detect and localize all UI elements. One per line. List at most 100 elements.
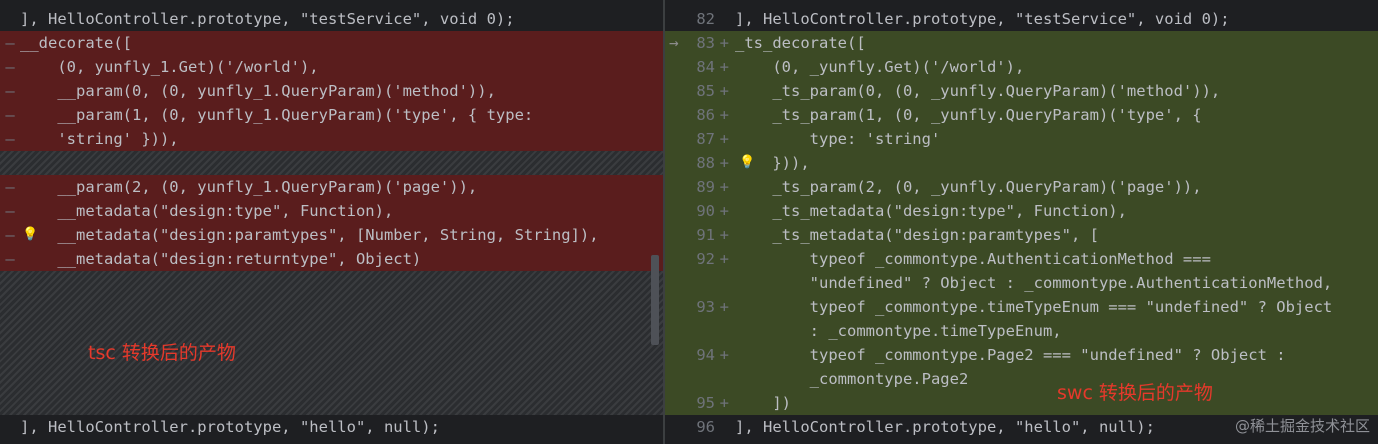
deleted-line: – __param(0, (0, yunfly_1.QueryParam)('m… xyxy=(0,79,663,103)
right-diff-pane[interactable]: 82 ], HelloController.prototype, "testSer… xyxy=(665,0,1378,444)
added-line: 91 + _ts_metadata("design:paramtypes", [ xyxy=(665,223,1378,247)
added-line: 89 + _ts_param(2, (0, _yunfly.QueryParam)… xyxy=(665,175,1378,199)
code-text: _ts_metadata("design:paramtypes", [ xyxy=(735,226,1099,244)
diff-marker: + xyxy=(719,106,729,124)
added-line: 86 + _ts_param(1, (0, _yunfly.QueryParam)… xyxy=(665,103,1378,127)
deleted-line: – __decorate([ xyxy=(0,31,663,55)
line-number: 91 xyxy=(696,226,715,244)
diff-marker: + xyxy=(719,202,729,220)
code-text: })), xyxy=(735,154,810,172)
deleted-line: – 💡 __metadata("design:paramtypes", [Numb… xyxy=(0,223,663,247)
line-gutter: 95 + xyxy=(665,391,735,415)
code-text: _ts_param(0, (0, _yunfly.QueryParam)('me… xyxy=(735,82,1221,100)
line-gutter: 82 xyxy=(665,7,735,31)
line-gutter: 86 + xyxy=(665,103,735,127)
code-text: typeof _commontype.timeTypeEnum === "und… xyxy=(735,298,1333,316)
code-text: __metadata("design:paramtypes", [Number,… xyxy=(20,226,599,244)
added-line: 90 + _ts_metadata("design:type", Function… xyxy=(665,199,1378,223)
added-line: 93 + typeof _commontype.timeTypeEnum === … xyxy=(665,295,1378,319)
code-text: 'string' })), xyxy=(20,130,179,148)
line-gutter: 92 + xyxy=(665,247,735,271)
line-number: 87 xyxy=(696,130,715,148)
added-line: 83 + _ts_decorate([ xyxy=(665,31,1378,55)
code-text: ], HelloController.prototype, "hello", n… xyxy=(20,418,440,436)
code-line: ], HelloController.prototype, "hello", n… xyxy=(0,415,663,439)
code-line: ], HelloController.prototype, "testServi… xyxy=(0,7,663,31)
code-text: __metadata("design:type", Function), xyxy=(20,202,394,220)
added-line: _commontype.Page2 xyxy=(665,367,1378,391)
added-line: 87 + type: 'string' xyxy=(665,127,1378,151)
added-line: 88 + })), xyxy=(665,151,1378,175)
line-gutter: 87 + xyxy=(665,127,735,151)
deleted-line: – 'string' })), xyxy=(0,127,663,151)
code-text: ], HelloController.prototype, "testServi… xyxy=(735,10,1230,28)
deleted-line: – __metadata("design:returntype", Object… xyxy=(0,247,663,271)
code-text: type: 'string' xyxy=(735,130,941,148)
diff-marker: + xyxy=(719,346,729,364)
added-line: 95 + ]) xyxy=(665,391,1378,415)
code-text: "undefined" ? Object : _commontype.Authe… xyxy=(735,274,1333,292)
watermark: @稀土掘金技术社区 xyxy=(1234,417,1370,435)
diff-marker: + xyxy=(719,130,729,148)
line-gutter xyxy=(665,271,735,295)
line-number: 88 xyxy=(696,154,715,172)
line-gutter: 90 + xyxy=(665,199,735,223)
line-number: 92 xyxy=(696,250,715,268)
code-text: __param(2, (0, yunfly_1.QueryParam)('pag… xyxy=(20,178,478,196)
line-gutter xyxy=(665,319,735,343)
line-number: 90 xyxy=(696,202,715,220)
line-gutter: 85 + xyxy=(665,79,735,103)
deleted-line: – __param(1, (0, yunfly_1.QueryParam)('t… xyxy=(0,103,663,127)
added-line: 85 + _ts_param(0, (0, _yunfly.QueryParam)… xyxy=(665,79,1378,103)
tsc-annotation: tsc 转换后的产物 xyxy=(88,342,236,364)
code-text: (0, _yunfly.Get)('/world'), xyxy=(735,58,1025,76)
line-number: 89 xyxy=(696,178,715,196)
line-number: 93 xyxy=(696,298,715,316)
line-gutter xyxy=(665,367,735,391)
line-number: 96 xyxy=(696,418,715,436)
line-number: 85 xyxy=(696,82,715,100)
diff-marker: + xyxy=(719,226,729,244)
code-line: 82 ], HelloController.prototype, "testSer… xyxy=(665,7,1378,31)
left-diff-pane[interactable]: ], HelloController.prototype, "testServi… xyxy=(0,0,663,444)
diff-marker: + xyxy=(719,58,729,76)
code-text: typeof _commontype.Page2 === "undefined"… xyxy=(735,346,1286,364)
lightbulb-icon[interactable]: 💡 xyxy=(739,151,755,175)
swc-annotation: swc 转换后的产物 xyxy=(1057,382,1213,404)
diff-marker: + xyxy=(719,394,729,412)
line-number: 82 xyxy=(696,10,715,28)
diff-marker: + xyxy=(719,298,729,316)
line-gutter: 94 + xyxy=(665,343,735,367)
line-gutter: 89 + xyxy=(665,175,735,199)
deleted-line: – __param(2, (0, yunfly_1.QueryParam)('p… xyxy=(0,175,663,199)
arrow-right-icon[interactable]: → xyxy=(669,31,679,55)
code-text: _ts_param(2, (0, _yunfly.QueryParam)('pa… xyxy=(735,178,1202,196)
line-number: 94 xyxy=(696,346,715,364)
diff-marker: + xyxy=(719,250,729,268)
added-line: 84 + (0, _yunfly.Get)('/world'), xyxy=(665,55,1378,79)
code-text: ], HelloController.prototype, "testServi… xyxy=(20,10,515,28)
code-text: _ts_decorate([ xyxy=(735,34,866,52)
deleted-line: – (0, yunfly_1.Get)('/world'), xyxy=(0,55,663,79)
line-gutter: 88 + xyxy=(665,151,735,175)
line-gutter: 91 + xyxy=(665,223,735,247)
added-line: 94 + typeof _commontype.Page2 === "undefi… xyxy=(665,343,1378,367)
code-text: _ts_param(1, (0, _yunfly.QueryParam)('ty… xyxy=(735,106,1202,124)
code-text: _ts_metadata("design:type", Function), xyxy=(735,202,1127,220)
code-text: (0, yunfly_1.Get)('/world'), xyxy=(20,58,319,76)
code-text: : _commontype.timeTypeEnum, xyxy=(735,322,1062,340)
added-line: "undefined" ? Object : _commontype.Authe… xyxy=(665,271,1378,295)
line-gutter: 93 + xyxy=(665,295,735,319)
code-text: __metadata("design:returntype", Object) xyxy=(20,250,422,268)
scrollbar-thumb[interactable] xyxy=(651,255,659,345)
added-line: 92 + typeof _commontype.AuthenticationMet… xyxy=(665,247,1378,271)
code-text: typeof _commontype.AuthenticationMethod … xyxy=(735,250,1211,268)
line-gutter: 84 + xyxy=(665,55,735,79)
deleted-line: – __metadata("design:type", Function), xyxy=(0,199,663,223)
line-number: 95 xyxy=(696,394,715,412)
diff-marker: + xyxy=(719,178,729,196)
line-number: 84 xyxy=(696,58,715,76)
code-text: __param(1, (0, yunfly_1.QueryParam)('typ… xyxy=(20,106,534,124)
code-text: __param(0, (0, yunfly_1.QueryParam)('met… xyxy=(20,82,496,100)
diff-marker: + xyxy=(719,154,729,172)
